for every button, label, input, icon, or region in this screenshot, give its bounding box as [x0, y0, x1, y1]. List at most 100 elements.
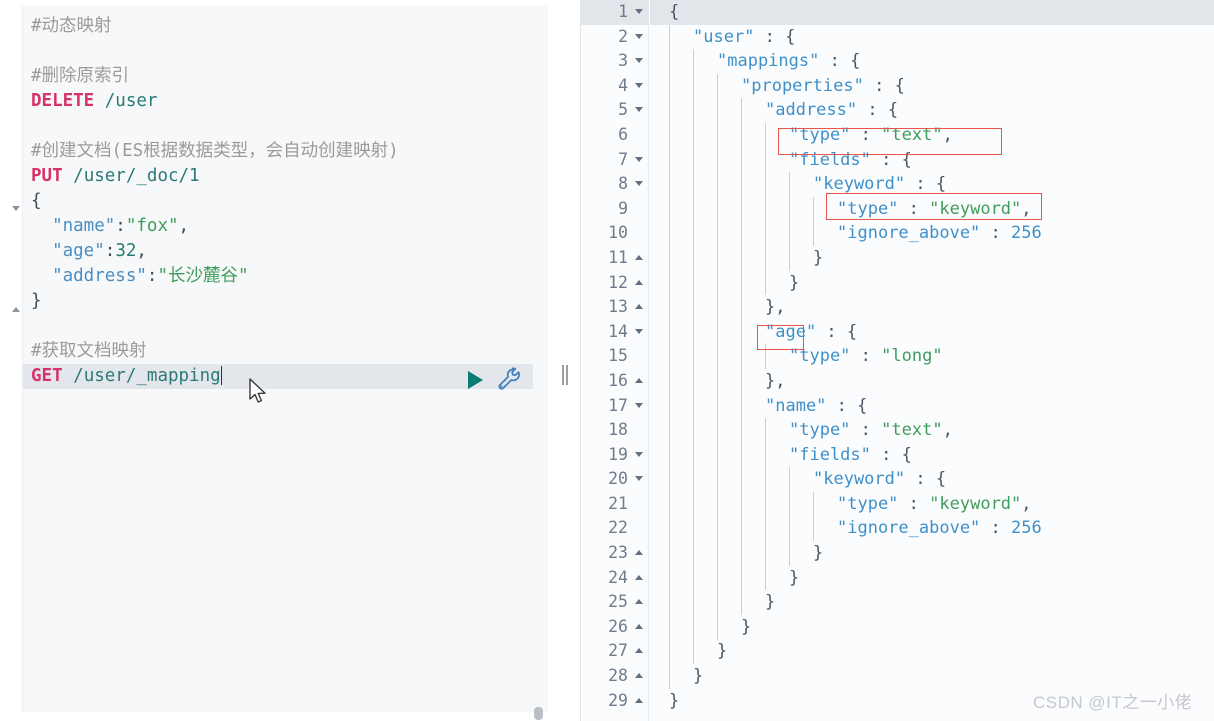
chevron-down-icon[interactable]: [635, 9, 643, 14]
response-line[interactable]: "type" : "text",: [650, 123, 1214, 148]
line-number[interactable]: 19: [581, 443, 648, 468]
right-json-code[interactable]: {"user" : {"mappings" : {"properties" : …: [650, 0, 1214, 721]
request-line[interactable]: DELETE /user: [31, 89, 548, 114]
response-line[interactable]: "type" : "keyword",: [650, 197, 1214, 222]
response-line[interactable]: "fields" : {: [650, 148, 1214, 173]
request-line[interactable]: #动态映射: [31, 14, 548, 39]
chevron-up-icon[interactable]: [635, 623, 643, 629]
response-line[interactable]: "fields" : {: [650, 443, 1214, 468]
request-line[interactable]: "name":"fox",: [31, 214, 548, 239]
response-line[interactable]: "type" : "keyword",: [650, 492, 1214, 517]
line-number[interactable]: 2: [581, 25, 648, 50]
request-line[interactable]: #创建文档(ES根据数据类型，会自动创建映射): [31, 139, 548, 164]
request-line[interactable]: [31, 314, 548, 339]
response-line[interactable]: }: [650, 246, 1214, 271]
line-number[interactable]: 18: [581, 418, 648, 443]
chevron-up-icon[interactable]: [635, 673, 643, 679]
request-line[interactable]: [31, 114, 548, 139]
response-line[interactable]: }: [650, 541, 1214, 566]
line-number[interactable]: 7: [581, 148, 648, 173]
response-line[interactable]: "type" : "text",: [650, 418, 1214, 443]
response-line[interactable]: }: [650, 615, 1214, 640]
chevron-down-icon[interactable]: [635, 107, 643, 113]
chevron-up-icon[interactable]: [635, 574, 643, 580]
request-line[interactable]: #删除原索引: [31, 64, 548, 89]
response-line[interactable]: "keyword" : {: [650, 467, 1214, 492]
line-number[interactable]: 14: [581, 320, 648, 345]
request-line[interactable]: #获取文档映射: [31, 339, 548, 364]
response-line[interactable]: "name" : {: [650, 394, 1214, 419]
line-number[interactable]: 20: [581, 467, 648, 492]
response-line[interactable]: }: [650, 590, 1214, 615]
left-editor-surface[interactable]: #动态映射 #删除原索引 DELETE /user #创建文档(ES根据数据类型，会自…: [22, 6, 548, 712]
response-line[interactable]: "address" : {: [650, 98, 1214, 123]
line-number[interactable]: 11: [581, 246, 648, 271]
chevron-down-icon[interactable]: [635, 156, 643, 162]
left-code-lines[interactable]: #动态映射 #删除原索引 DELETE /user #创建文档(ES根据数据类型，会自…: [23, 14, 548, 389]
line-number[interactable]: 5: [581, 98, 648, 123]
response-line[interactable]: "ignore_above" : 256: [650, 516, 1214, 541]
response-line[interactable]: "mappings" : {: [650, 49, 1214, 74]
response-line[interactable]: "properties" : {: [650, 74, 1214, 99]
line-number[interactable]: 16: [581, 369, 648, 394]
response-line[interactable]: },: [650, 369, 1214, 394]
line-number[interactable]: 22: [581, 516, 648, 541]
line-number[interactable]: 13: [581, 295, 648, 320]
chevron-down-icon[interactable]: [635, 402, 643, 408]
response-line[interactable]: },: [650, 295, 1214, 320]
request-line-selected[interactable]: GET /user/_mapping: [23, 364, 533, 389]
chevron-up-icon[interactable]: [635, 697, 643, 703]
run-query-button[interactable]: [468, 371, 483, 389]
line-number[interactable]: 3: [581, 49, 648, 74]
response-line[interactable]: }: [650, 271, 1214, 296]
response-line[interactable]: "ignore_above" : 256: [650, 221, 1214, 246]
line-number[interactable]: 25: [581, 590, 648, 615]
chevron-up-icon[interactable]: [635, 254, 643, 260]
line-number[interactable]: 9: [581, 197, 648, 222]
response-line[interactable]: "user" : {: [650, 25, 1214, 50]
line-number[interactable]: 27: [581, 639, 648, 664]
line-number[interactable]: 23: [581, 541, 648, 566]
response-line[interactable]: }: [650, 664, 1214, 689]
line-number[interactable]: 10: [581, 221, 648, 246]
chevron-down-icon[interactable]: [635, 58, 643, 64]
chevron-up-icon[interactable]: [635, 377, 643, 383]
line-number[interactable]: 24: [581, 566, 648, 591]
line-number[interactable]: 28: [581, 664, 648, 689]
request-line[interactable]: {: [31, 189, 548, 214]
right-line-number-gutter[interactable]: 1 2 3 4 5 6 7 8 9 10 11 12 13 14 15 16 17 18 19 20 21 22 23 24 2…: [581, 0, 649, 721]
left-fold-gutter[interactable]: [0, 0, 22, 721]
response-line[interactable]: "type" : "long": [650, 344, 1214, 369]
response-line[interactable]: "keyword" : {: [650, 172, 1214, 197]
left-horizontal-scrollbar-thumb[interactable]: [534, 707, 543, 720]
chevron-down-icon[interactable]: [635, 82, 643, 88]
request-line[interactable]: [31, 39, 548, 64]
line-number[interactable]: 8: [581, 172, 648, 197]
console-menu-button[interactable]: [496, 366, 522, 396]
chevron-down-icon[interactable]: [635, 476, 643, 482]
request-line[interactable]: "age":32,: [31, 239, 548, 264]
chevron-down-icon[interactable]: [635, 33, 643, 39]
line-number[interactable]: 17: [581, 394, 648, 419]
response-line[interactable]: }: [650, 639, 1214, 664]
response-line[interactable]: {: [650, 0, 1214, 25]
chevron-down-icon[interactable]: [635, 181, 643, 187]
line-number[interactable]: 12: [581, 271, 648, 296]
line-number[interactable]: 4: [581, 74, 648, 99]
request-line[interactable]: PUT /user/_doc/1: [31, 164, 548, 189]
splitter-grip-icon[interactable]: [562, 365, 569, 385]
response-line[interactable]: "age" : {: [650, 320, 1214, 345]
response-line[interactable]: }: [650, 566, 1214, 591]
chevron-up-icon[interactable]: [635, 648, 643, 654]
request-line[interactable]: "address":"长沙麓谷": [31, 264, 548, 289]
line-number[interactable]: 1: [581, 0, 648, 25]
fold-marker-close-brace[interactable]: [12, 307, 20, 312]
chevron-up-icon[interactable]: [635, 550, 643, 556]
request-line[interactable]: }: [31, 289, 548, 314]
chevron-up-icon[interactable]: [635, 599, 643, 605]
pane-splitter[interactable]: [548, 0, 580, 721]
chevron-down-icon[interactable]: [635, 451, 643, 457]
line-number[interactable]: 26: [581, 615, 648, 640]
line-number[interactable]: 29: [581, 689, 648, 714]
chevron-up-icon[interactable]: [635, 304, 643, 310]
